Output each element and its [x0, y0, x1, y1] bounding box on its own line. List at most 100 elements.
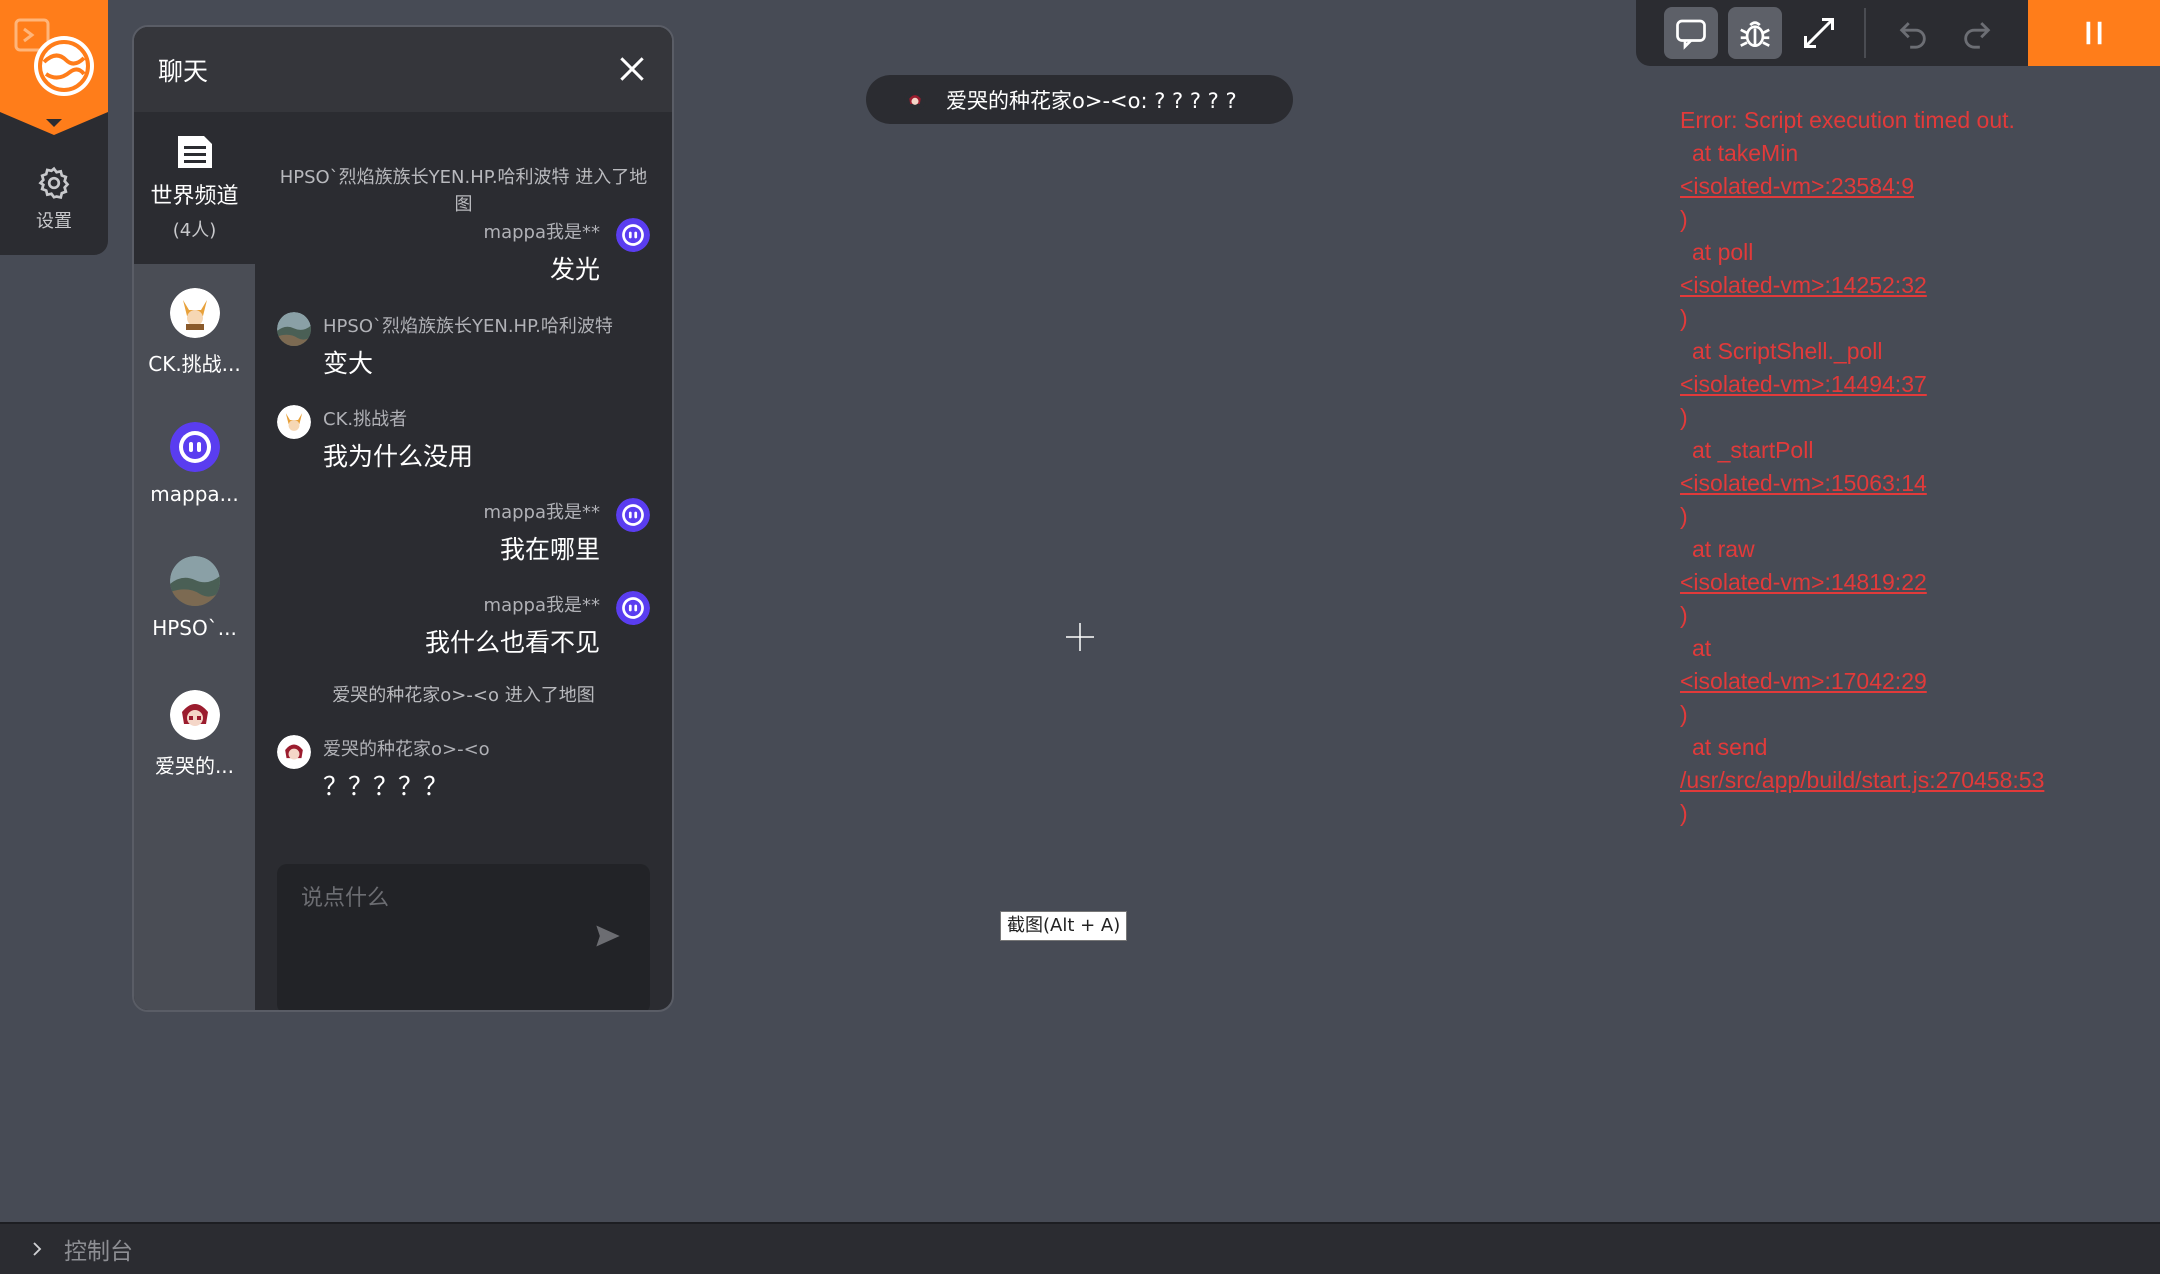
contact-name: HPSO`...	[152, 616, 237, 640]
contact-aiku[interactable]: 爱哭的...	[134, 690, 255, 779]
message-item: CK.挑战者 我为什么没用	[277, 405, 473, 473]
contact-mappa[interactable]: mappa...	[134, 422, 255, 506]
message-text: 变大	[323, 349, 374, 378]
avatar	[904, 88, 926, 111]
console-bar[interactable]: 控制台	[0, 1222, 2160, 1274]
stack-paren: )	[1680, 503, 1688, 529]
message-text: 我在哪里	[499, 535, 600, 564]
avatar	[169, 288, 220, 338]
system-message: HPSO`烈焰族族长YEN.HP.哈利波特 进入了地图	[279, 167, 648, 215]
avatar	[277, 735, 311, 769]
stack-frame: at	[1692, 635, 1712, 661]
screenshot-tooltip: 截图(Alt + A)	[1000, 911, 1128, 941]
chat-header: 聊天	[134, 27, 672, 112]
message-sender: CK.挑战者	[323, 409, 408, 430]
redo-icon	[1964, 22, 1991, 49]
message-item: 爱哭的种花家o>-<o ？？？？？	[277, 735, 490, 803]
top-toolbar	[1636, 0, 2160, 66]
error-title: Error: Script execution timed out.	[1680, 107, 2015, 133]
crosshair-icon	[1066, 623, 1094, 651]
contact-name: 爱哭的...	[154, 754, 235, 778]
undo-button[interactable]	[1886, 7, 1940, 59]
settings-button[interactable]: 设置	[0, 165, 108, 233]
settings-label: 设置	[36, 211, 72, 232]
world-channel-name: 世界频道	[150, 184, 239, 209]
stack-location-link[interactable]: <isolated-vm>:14252:32	[1680, 269, 2080, 302]
pause-button[interactable]	[2028, 0, 2160, 66]
message-text: 发光	[549, 255, 600, 284]
chat-icon	[1676, 19, 1706, 50]
message-sender: HPSO`烈焰族族长YEN.HP.哈利波特	[323, 316, 613, 337]
error-output: Error: Script execution timed out. at ta…	[1680, 104, 2080, 830]
stack-paren: )	[1680, 404, 1688, 430]
pause-icon	[2086, 21, 2102, 45]
chevron-right-icon	[33, 1242, 42, 1256]
stack-location-link[interactable]: <isolated-vm>:14819:22	[1680, 566, 2080, 599]
stack-location-link[interactable]: /usr/src/app/build/start.js:270458:53	[1680, 764, 2080, 797]
toolbar-divider	[1864, 8, 1866, 58]
resize-icon	[1804, 18, 1834, 48]
channel-list: 世界频道 (4人) CK.挑战... mappa... HPSO`... 爱哭的…	[134, 112, 255, 1010]
world-channel-count: (4人)	[172, 220, 217, 241]
stack-paren: )	[1680, 800, 1688, 826]
contact-name: mappa...	[150, 482, 239, 506]
stack-location-link[interactable]: <isolated-vm>:14494:37	[1680, 368, 2080, 401]
avatar	[616, 591, 650, 625]
message-item: mappa我是** 我在哪里	[484, 498, 650, 566]
gear-icon	[38, 166, 70, 199]
redo-button[interactable]	[1950, 7, 2004, 59]
message-list: HPSO`烈焰族族长YEN.HP.哈利波特 进入了地图 mappa我是** 发光…	[255, 112, 672, 1010]
contact-ck[interactable]: CK.挑战...	[134, 288, 255, 377]
stack-location-link[interactable]: <isolated-vm>:17042:29	[1680, 665, 2080, 698]
document-icon	[177, 136, 212, 168]
message-item: HPSO`烈焰族族长YEN.HP.哈利波特 变大	[277, 312, 613, 380]
stack-paren: )	[1680, 602, 1688, 628]
message-sender: mappa我是**	[483, 595, 600, 616]
stack-frame: at raw	[1692, 536, 1755, 562]
app-logo[interactable]	[0, 0, 108, 135]
stack-location-link[interactable]: <isolated-vm>:23584:9	[1680, 170, 2080, 203]
stack-frame: at _startPoll	[1692, 437, 1814, 463]
left-toolbar: 设置	[0, 0, 108, 255]
message-sender: mappa我是**	[483, 222, 600, 243]
message-item: mappa我是** 我什么也看不见	[425, 591, 650, 659]
message-text: 我为什么没用	[323, 442, 474, 471]
stack-paren: )	[1680, 305, 1688, 331]
stack-paren: )	[1680, 206, 1688, 232]
resize-button[interactable]	[1792, 7, 1846, 59]
stack-paren: )	[1680, 701, 1688, 727]
send-icon[interactable]	[594, 922, 622, 950]
avatar	[169, 556, 220, 606]
stack-frame: at poll	[1692, 239, 1754, 265]
debug-button[interactable]	[1728, 7, 1782, 59]
notification-text: 爱哭的种花家o>-<o: ? ? ? ? ?	[946, 88, 1237, 113]
chat-toggle-button[interactable]	[1664, 7, 1718, 59]
chat-input-box	[277, 864, 650, 1010]
close-icon[interactable]	[616, 53, 648, 85]
system-message: 爱哭的种花家o>-<o 进入了地图	[332, 685, 595, 706]
undo-icon	[1899, 22, 1926, 49]
world-channel-tab[interactable]: 世界频道 (4人)	[134, 112, 255, 264]
avatar	[277, 405, 311, 439]
avatar	[616, 218, 650, 252]
bug-icon	[1740, 21, 1770, 48]
message-text: 我什么也看不见	[424, 628, 600, 657]
stack-location-link[interactable]: <isolated-vm>:15063:14	[1680, 467, 2080, 500]
console-label: 控制台	[64, 1239, 133, 1265]
message-sender: 爱哭的种花家o>-<o	[323, 739, 490, 760]
chat-panel: 聊天 世界频道 (4人) CK.挑战... mappa... HPSO`... …	[132, 25, 674, 1012]
avatar	[616, 498, 650, 532]
stack-frame: at send	[1692, 734, 1768, 760]
avatar	[169, 690, 220, 740]
avatar	[277, 312, 311, 346]
contact-name: CK.挑战...	[148, 352, 241, 376]
chat-notification: 爱哭的种花家o>-<o: ? ? ? ? ?	[866, 75, 1293, 124]
contact-hpso[interactable]: HPSO`...	[134, 556, 255, 640]
stack-frame: at takeMin	[1692, 140, 1799, 166]
chat-title: 聊天	[158, 56, 209, 86]
message-item: mappa我是** 发光	[484, 218, 650, 286]
message-sender: mappa我是**	[483, 502, 600, 523]
avatar	[169, 422, 220, 472]
message-text: ？？？？？	[323, 772, 449, 801]
stack-frame: at ScriptShell._poll	[1692, 338, 1883, 364]
